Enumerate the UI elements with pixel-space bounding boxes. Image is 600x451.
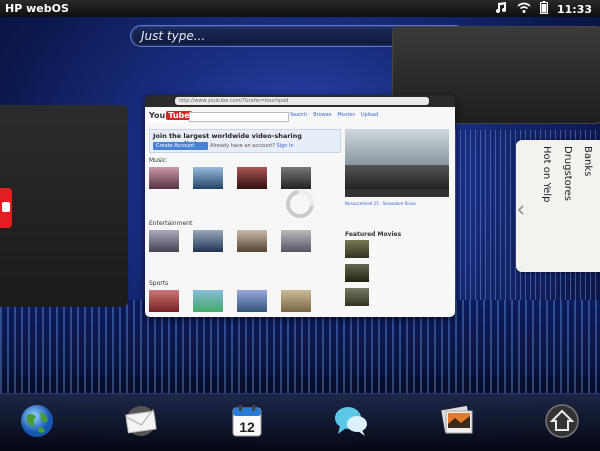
search-placeholder: Just type... bbox=[141, 29, 206, 43]
email-icon[interactable] bbox=[121, 402, 161, 440]
photos-icon[interactable] bbox=[437, 402, 477, 440]
clock[interactable]: 11:33 bbox=[557, 3, 592, 16]
youtube-nav-movies[interactable]: Movies bbox=[337, 112, 354, 118]
youtube-nav-upload[interactable]: Upload bbox=[361, 112, 379, 118]
music-thumbnails bbox=[149, 167, 311, 189]
movie-thumbnail[interactable] bbox=[345, 288, 369, 306]
video-caption[interactable]: Nosacommed 25 - Sessadore Rixxa bbox=[345, 201, 449, 206]
yelp-item-drugstores[interactable]: Drugstores bbox=[562, 146, 573, 201]
battery-icon[interactable] bbox=[539, 1, 548, 17]
wifi-icon[interactable] bbox=[517, 2, 531, 17]
video-thumbnail[interactable] bbox=[281, 167, 311, 189]
movie-thumbnail[interactable] bbox=[345, 240, 369, 258]
globe-icon[interactable] bbox=[17, 402, 57, 440]
video-thumbnail[interactable] bbox=[193, 230, 223, 252]
video-controls[interactable] bbox=[345, 189, 449, 197]
launcher-icon[interactable] bbox=[542, 402, 582, 440]
already-account-text: Already have an account? Sign In bbox=[210, 143, 294, 149]
video-thumbnail[interactable] bbox=[237, 230, 267, 252]
youtube-search-field[interactable] bbox=[189, 112, 289, 122]
messaging-icon[interactable] bbox=[331, 402, 371, 440]
sign-in-link[interactable]: Sign In bbox=[276, 143, 293, 149]
youtube-nav-browse[interactable]: Browse bbox=[313, 112, 331, 118]
loading-spinner-icon bbox=[284, 188, 316, 220]
youtube-nav: Search Browse Movies Upload bbox=[290, 112, 378, 118]
youtube-logo: You Tube bbox=[149, 111, 192, 123]
entertainment-thumbnails bbox=[149, 230, 311, 252]
yelp-item-banks[interactable]: Banks bbox=[582, 146, 593, 176]
app-card-yelp[interactable]: Banks Drugstores Hot on Yelp bbox=[516, 140, 600, 272]
featured-video-player[interactable] bbox=[345, 129, 449, 197]
chevron-left-icon bbox=[517, 200, 525, 219]
section-entertainment: Entertainment bbox=[149, 220, 193, 227]
video-thumbnail[interactable] bbox=[237, 167, 267, 189]
dock: 12 bbox=[0, 393, 600, 451]
browser-toolbar: http://www.youtube.com/?&refer=touchpad bbox=[145, 95, 455, 107]
youtube-join-banner: Join the largest worldwide video-sharing… bbox=[149, 129, 341, 153]
youtube-tab-icon[interactable] bbox=[0, 188, 12, 228]
video-thumbnail[interactable] bbox=[193, 167, 223, 189]
music-note-icon[interactable] bbox=[494, 1, 508, 17]
video-thumbnail[interactable] bbox=[149, 167, 179, 189]
status-bar: HP webOS 11:33 bbox=[0, 0, 600, 17]
movie-thumbnail[interactable] bbox=[345, 264, 369, 282]
video-thumbnail[interactable] bbox=[281, 230, 311, 252]
app-card-browser[interactable]: http://www.youtube.com/?&refer=touchpad … bbox=[145, 95, 455, 317]
sports-thumbnails bbox=[149, 290, 311, 312]
calendar-icon[interactable]: 12 bbox=[227, 402, 267, 440]
yelp-item-hot-on-yelp[interactable]: Hot on Yelp bbox=[541, 146, 552, 202]
video-thumbnail[interactable] bbox=[193, 290, 223, 312]
calendar-day: 12 bbox=[239, 419, 255, 435]
video-thumbnail[interactable] bbox=[149, 290, 179, 312]
youtube-nav-search[interactable]: Search bbox=[290, 112, 307, 118]
section-music: Music bbox=[149, 157, 167, 164]
video-thumbnail[interactable] bbox=[149, 230, 179, 252]
featured-movies-title: Featured Movies bbox=[345, 231, 402, 238]
section-sports: Sports bbox=[149, 280, 169, 287]
video-thumbnail[interactable] bbox=[237, 290, 267, 312]
app-card-left[interactable] bbox=[0, 105, 128, 307]
video-thumbnail[interactable] bbox=[281, 290, 311, 312]
browser-url-field[interactable]: http://www.youtube.com/?&refer=touchpad bbox=[175, 97, 429, 105]
status-bar-title[interactable]: HP webOS bbox=[5, 2, 69, 15]
create-account-button[interactable]: Create Account bbox=[153, 142, 208, 150]
